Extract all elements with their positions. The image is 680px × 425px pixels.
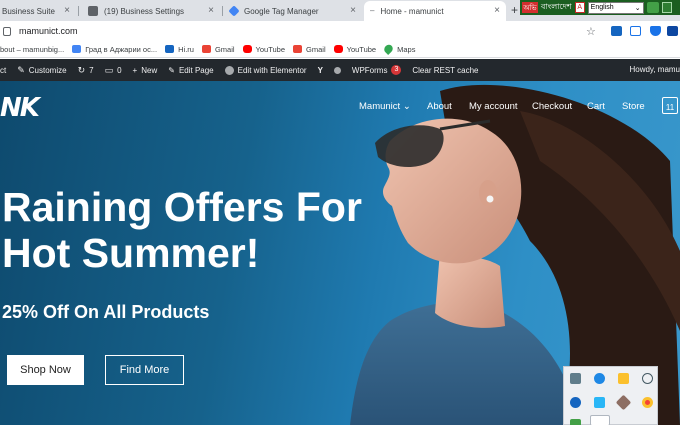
admin-howdy[interactable]: Howdy, mamu [629,65,680,74]
admin-status-dot[interactable] [333,66,341,74]
tab-title: Google Tag Manager [244,6,319,16]
close-icon[interactable]: × [64,6,70,16]
brush-icon: ✎ [17,64,25,75]
tab-business-suite[interactable]: Business Suite × [0,1,76,21]
loading-icon: – [370,6,375,15]
admin-edit-page[interactable]: ✎ Edit Page [168,66,213,75]
tray-shield-icon[interactable] [618,373,629,384]
lock-icon[interactable] [3,26,11,36]
tray-app-icon[interactable] [570,419,581,425]
tray-app-icon[interactable] [570,373,581,384]
yoast-icon: Y [317,65,323,75]
admin-site-link[interactable]: ct [0,66,6,75]
refresh-icon: ↻ [77,64,86,75]
tab-google-tag-manager[interactable]: Google Tag Manager × [224,1,362,21]
tab-title: Business Suite [2,6,55,16]
cloud-icon[interactable] [642,373,653,384]
close-icon[interactable]: × [208,6,214,16]
tag-manager-icon [228,5,240,17]
nav-store[interactable]: Store [622,101,645,112]
language-select[interactable]: English ⌄ [587,1,644,14]
address-bar: mamunict.com ☆ [0,21,680,41]
tab-business-settings[interactable]: (19) Business Settings × [82,1,220,21]
find-more-button[interactable]: Find More [105,355,184,385]
shop-now-button[interactable]: Shop Now [7,355,84,385]
nav-checkout[interactable]: Checkout [532,101,572,112]
elementor-icon [224,65,234,75]
extension-dark-icon[interactable] [661,2,672,13]
youtube-icon [333,45,343,53]
translator-extension-bar: অভি বাংলাদেশ A English ⌄ [520,0,680,15]
extension-red-badge[interactable]: অভি [522,2,538,13]
maps-icon [382,42,395,56]
tray-app-icon[interactable] [570,397,581,408]
close-icon[interactable]: × [494,6,500,16]
wpforms-count-badge: 3 [391,65,402,75]
tab-title: Home - mamunict [380,6,444,16]
gmail-icon [201,45,211,53]
gmail-icon [293,45,303,53]
close-icon[interactable]: × [350,6,356,16]
browser-tab-strip: Business Suite × (19) Business Settings … [0,0,680,21]
chevron-down-icon: ⌄ [402,101,411,112]
status-dot-icon [333,66,341,74]
tab-title: (19) Business Settings [104,6,185,16]
bookmark-icon [165,45,175,53]
nav-about[interactable]: About [427,101,452,112]
comment-icon: ▭ [104,64,114,75]
admin-comments[interactable]: ▭ 0 [105,65,122,76]
system-tray-popup [563,366,658,425]
admin-clear-cache[interactable]: Clear REST cache [412,66,478,75]
extension-script-label: বাংলাদেশ [541,2,572,11]
nav-my-account[interactable]: My account [469,101,518,112]
wp-admin-bar: ct ✎ Customize ↻ 7 ▭ 0 + New ✎ Edit Page… [0,59,680,81]
tray-app-icon[interactable] [615,394,632,411]
chevron-down-icon: ⌄ [634,4,641,12]
nav-site-menu[interactable]: Mamunict ⌄ [359,101,411,112]
site-logo[interactable]: NK [0,93,40,123]
bookmark-item[interactable]: YouTube [242,45,285,54]
bookmark-icon [72,45,82,53]
url-field[interactable]: mamunict.com [19,26,78,36]
extension-green-icon[interactable] [646,2,659,13]
bookmark-star-icon[interactable]: ☆ [586,25,596,38]
extension-icon[interactable] [611,26,622,36]
tray-app-icon[interactable] [594,397,605,408]
extension-icon[interactable] [667,26,678,36]
nav-cart[interactable]: Cart [587,101,605,112]
admin-new[interactable]: + New [133,66,158,75]
bookmark-item[interactable]: bout – mamunbig... [0,45,64,54]
bookmark-item[interactable]: Gmail [293,45,326,54]
extension-icon[interactable] [630,26,641,36]
admin-yoast[interactable]: Y [318,66,323,75]
cart-icon[interactable]: 11 [662,97,678,114]
pdf-icon[interactable]: A [574,2,585,13]
shield-icon[interactable] [650,26,661,36]
new-tab-button[interactable]: + [511,3,518,17]
hero-subline: 25% Off On All Products [2,302,210,322]
chrome-icon[interactable] [642,397,653,408]
bookmark-item[interactable]: YouTube [333,45,376,54]
bookmark-item[interactable]: Hi.ru [165,45,194,54]
tray-app-icon[interactable] [590,415,610,425]
tab-home-mamunict[interactable]: – Home - mamunict × [364,1,506,21]
bookmark-item[interactable]: Град в Аджарии ос... [72,45,157,54]
bookmarks-bar: bout – mamunbig... Град в Аджарии ос... … [0,41,680,58]
pencil-icon: ✎ [168,65,175,75]
hero-headline: Raining Offers For Hot Summer! [2,184,362,276]
bookmark-item[interactable]: Gmail [201,45,235,54]
youtube-icon [242,45,252,53]
admin-updates[interactable]: ↻ 7 [78,65,94,76]
tab-favicon-icon [88,6,98,16]
plus-icon: + [132,65,138,75]
admin-customize[interactable]: ✎ Customize [17,65,66,76]
cart-count: 11 [665,103,675,112]
bookmark-item[interactable]: Maps [382,42,415,56]
admin-wpforms[interactable]: WPForms 3 [352,65,402,75]
bluetooth-icon[interactable] [594,373,605,384]
admin-edit-elementor[interactable]: Edit with Elementor [224,65,307,75]
